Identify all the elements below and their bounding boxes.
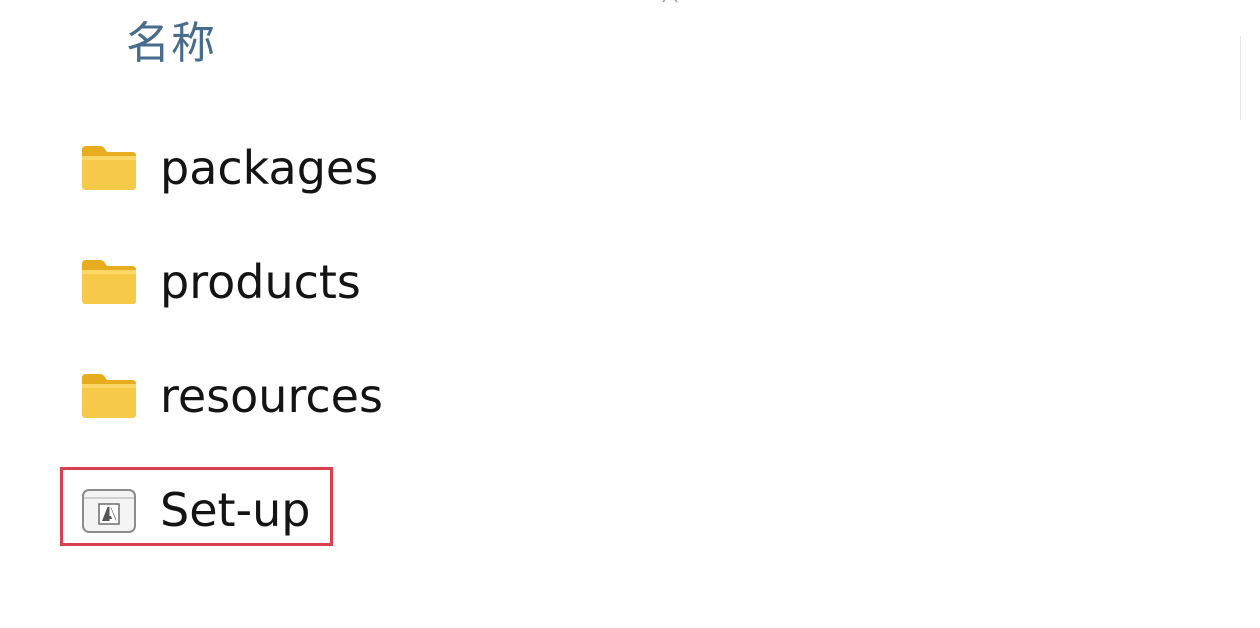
file-name: resources [160, 369, 383, 423]
list-item-products[interactable]: products [80, 250, 361, 314]
column-divider[interactable] [1240, 36, 1241, 120]
folder-icon [80, 144, 138, 192]
folder-icon [80, 258, 138, 306]
sort-ascending-icon[interactable] [662, 0, 678, 4]
file-explorer-view: 名称 packages products resources Set-up [0, 0, 1260, 628]
list-item-packages[interactable]: packages [80, 136, 378, 200]
file-name: packages [160, 141, 379, 195]
file-name: products [160, 255, 361, 309]
column-header-name[interactable]: 名称 [126, 14, 216, 74]
folder-icon [80, 372, 138, 420]
highlight-box [60, 467, 333, 546]
list-item-resources[interactable]: resources [80, 364, 383, 428]
